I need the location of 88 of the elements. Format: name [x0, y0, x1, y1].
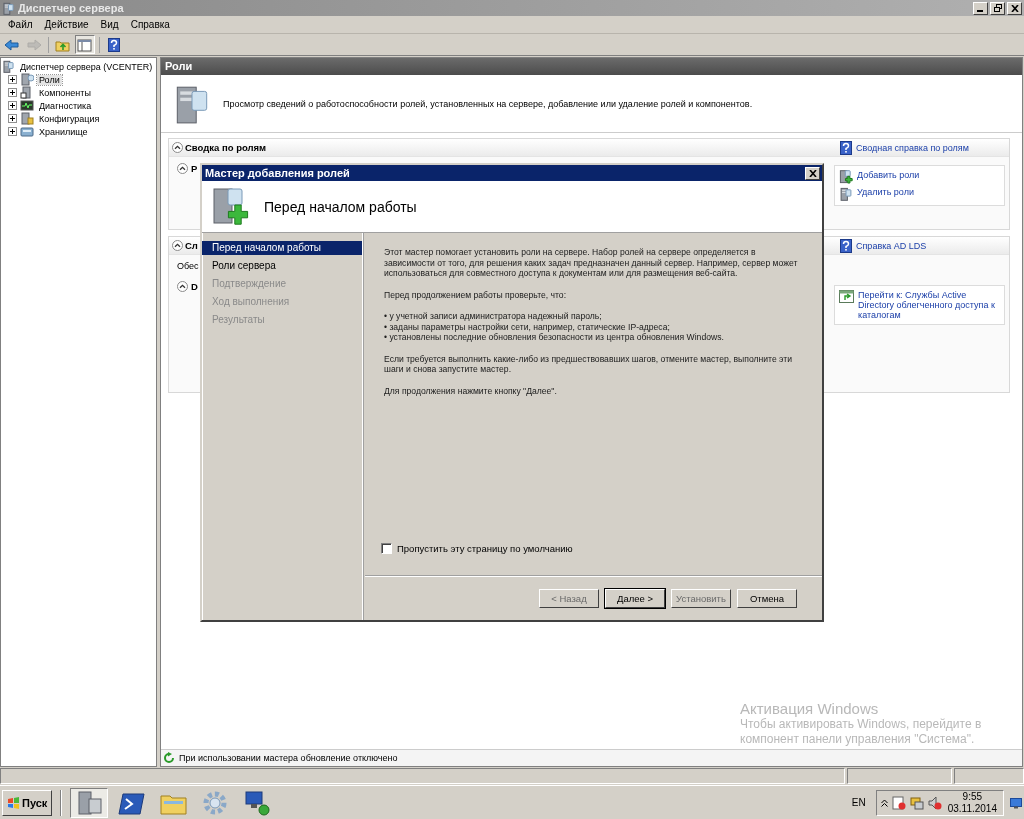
chevron-icon[interactable]: [880, 798, 888, 807]
activation-text: Чтобы активировать Windows, перейдите в компонент панели управления "Система".: [740, 717, 983, 747]
expand-toggle[interactable]: [8, 114, 17, 123]
network-icon[interactable]: [909, 795, 924, 810]
paragraph: • у учетной записи администратора надежный пароль;: [384, 311, 603, 322]
paragraph: Для продолжения нажмите кнопку "Далее".: [384, 385, 558, 396]
server-icon: [839, 187, 853, 201]
close-button[interactable]: [805, 166, 820, 180]
menu-item[interactable]: Файл: [2, 19, 39, 30]
window-icon: [77, 37, 93, 52]
network-icon: [243, 788, 272, 817]
tree-item[interactable]: Диагностика: [37, 100, 94, 111]
tree-item[interactable]: Диспетчер сервера (VCENTER): [18, 61, 155, 72]
checkbox[interactable]: [381, 543, 392, 554]
tree-item[interactable]: Роли: [37, 74, 62, 85]
subsection-title: D: [191, 281, 198, 292]
close-icon: [1010, 4, 1019, 12]
server-icon: [75, 788, 104, 817]
flag-icon[interactable]: [891, 795, 906, 810]
collapse-icon[interactable]: [172, 240, 183, 251]
server-icon: [20, 73, 34, 86]
close-button[interactable]: [1007, 1, 1022, 15]
wizard-step[interactable]: Перед началом работы: [202, 241, 362, 255]
language-indicator[interactable]: EN: [847, 797, 870, 808]
menu-item[interactable]: Вид: [94, 19, 125, 30]
help-icon: [840, 140, 852, 155]
expand-toggle[interactable]: [8, 101, 17, 110]
collapse-icon[interactable]: [177, 163, 188, 174]
action-link[interactable]: Удалить роли: [857, 187, 914, 197]
close-icon: [808, 169, 817, 177]
collapse-icon[interactable]: [172, 142, 183, 153]
dialog-heading: Перед началом работы: [264, 198, 417, 215]
forward-arrow-icon: [26, 37, 42, 52]
window-icon: [839, 290, 854, 303]
paragraph: • заданы параметры настройки сети, например, статические IP-адреса;: [384, 321, 671, 332]
activation-title: Активация Windows: [740, 700, 880, 717]
wizard-button[interactable]: Отмена: [737, 589, 797, 608]
tree-item[interactable]: Компоненты: [37, 87, 93, 98]
clock[interactable]: 9:55 03.11.2014: [945, 790, 999, 815]
description-text: Просмотр сведений о работоспособности ролей, установленных на сервере, добавление или удаление ролей и компонентов.: [223, 98, 753, 109]
help-icon: [108, 37, 120, 52]
wizard-button[interactable]: Далее >: [605, 589, 665, 608]
wizard-step[interactable]: Роли сервера: [202, 259, 362, 273]
menu-item[interactable]: Справка: [124, 19, 176, 30]
section-text: Обес: [177, 261, 199, 271]
back-arrow-icon: [4, 37, 20, 52]
clock-date: 03.11.2014: [947, 802, 997, 815]
start-button[interactable]: Пуск: [2, 789, 53, 816]
expand-toggle[interactable]: [8, 75, 17, 84]
clock-time: 9:55: [962, 790, 983, 803]
minimize-button[interactable]: [973, 1, 988, 15]
pane-header: Роли: [161, 58, 1022, 75]
expand-toggle[interactable]: [8, 88, 17, 97]
restore-icon: [993, 4, 1002, 12]
window-title: Диспетчер сервера: [18, 2, 124, 14]
paragraph: • установлены последние обновления безопасности из центра обновления Windows.: [384, 332, 725, 343]
dialog-title: Мастер добавления ролей: [205, 167, 350, 179]
collapse-icon[interactable]: [177, 281, 188, 292]
action-link[interactable]: Добавить роли: [857, 170, 920, 180]
paragraph: Этот мастер помогает установить роли на сервере. Набор ролей на сервере определяется в зависимости от того, для решения каких задач предназначен данный сервер. Например, сервер может использоваться для совместного доступа к документам или для размещения веб-сайта.: [384, 247, 799, 279]
speaker-icon[interactable]: [927, 795, 942, 810]
tree-item[interactable]: Конфигурация: [37, 113, 102, 124]
expand-toggle[interactable]: [8, 127, 17, 136]
paragraph: Перед продолжением работы проверьте, что:: [384, 289, 568, 300]
menu-item[interactable]: Действие: [38, 19, 95, 30]
monitor-icon: [20, 99, 34, 112]
tree-item[interactable]: Хранилище: [37, 126, 90, 137]
paragraph: Если требуется выполнить какие-либо из предшествовавших шагов, отмените мастер, выполните эти шаги и снова запустите мастер.: [384, 353, 793, 375]
windows-logo-icon: [7, 796, 20, 809]
taskbar-button[interactable]: [70, 787, 109, 818]
section-title: Сл: [185, 240, 198, 251]
status-text: При использовании мастера обновление отключено: [179, 753, 398, 763]
subsection-title: Р: [191, 163, 198, 174]
refresh-icon: [163, 752, 175, 764]
section-title: Сводка по ролям: [185, 142, 267, 153]
server-icon: [20, 86, 34, 99]
server-icon: [2, 1, 15, 15]
show-desktop-icon[interactable]: [1010, 796, 1022, 809]
server-add-icon: [839, 170, 853, 184]
help-link[interactable]: Сводная справка по ролям: [856, 142, 969, 153]
action-link[interactable]: Перейти к: Службы Active Directory облегченного доступа к каталогам: [858, 290, 1000, 320]
server-add-icon: [210, 186, 250, 227]
help-link[interactable]: Справка AD LDS: [856, 240, 927, 251]
server-icon: [2, 60, 15, 73]
help-icon: [840, 238, 852, 253]
restore-button[interactable]: [990, 1, 1005, 15]
checkbox-label[interactable]: Пропустить эту страницу по умолчанию: [397, 543, 573, 554]
server-icon: [20, 112, 34, 125]
